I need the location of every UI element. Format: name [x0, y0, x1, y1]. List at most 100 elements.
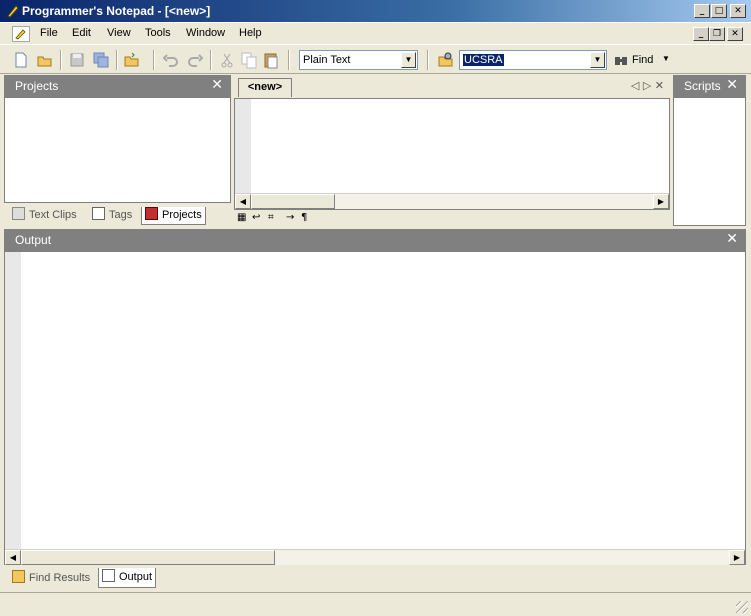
maximize-button[interactable]: □: [711, 4, 727, 18]
paste-icon[interactable]: [262, 51, 280, 69]
scrollbar-thumb[interactable]: [251, 194, 335, 209]
new-file-icon[interactable]: [12, 51, 30, 69]
find-button[interactable]: Find: [632, 54, 653, 66]
scroll-right-arrow-icon[interactable]: ▶: [653, 194, 669, 209]
scroll-left-icon[interactable]: ◁: [631, 79, 639, 92]
projects-tree[interactable]: [4, 97, 231, 203]
close-icon[interactable]: ✕: [726, 231, 738, 247]
toolbar-separator: [210, 50, 212, 70]
projects-panel-header: Projects ✕: [4, 75, 231, 97]
undo-icon[interactable]: [162, 51, 180, 69]
window-title: Programmer's Notepad - [<new>]: [22, 4, 211, 18]
toolbar-separator: [116, 50, 118, 70]
tab-output-label: Output: [119, 571, 153, 583]
projects-panel-title: Projects: [15, 79, 59, 93]
tags-icon: [92, 207, 105, 220]
scroll-right-arrow-icon[interactable]: ▶: [729, 550, 745, 565]
word-wrap-icon[interactable]: ↩: [252, 212, 260, 223]
toolbar-separator: [427, 50, 429, 70]
close-icon[interactable]: ✕: [726, 77, 738, 93]
output-panel-header: Output ✕: [4, 229, 746, 251]
text-clips-icon: [12, 207, 25, 220]
view-whitespace-icon[interactable]: ▦: [237, 212, 246, 223]
output-panel: Output ✕ ◀ ▶: [4, 229, 746, 565]
output-text-area[interactable]: ◀ ▶: [4, 251, 746, 565]
menu-edit[interactable]: Edit: [72, 27, 91, 39]
tab-markers-icon[interactable]: →: [286, 212, 294, 223]
tab-projects-label: Projects: [162, 209, 202, 221]
mdi-restore-button[interactable]: ❐: [709, 27, 725, 41]
editor-horizontal-scrollbar[interactable]: ◀ ▶: [235, 193, 669, 209]
menu-window[interactable]: Window: [186, 27, 225, 39]
toolbar-separator: [153, 50, 155, 70]
document-icon[interactable]: [12, 26, 30, 42]
tab-find-results[interactable]: Find Results: [12, 570, 90, 588]
document-tab[interactable]: <new>: [238, 78, 292, 97]
toolbar-separator: [288, 50, 290, 70]
editor-gutter: [235, 99, 251, 193]
minimize-button[interactable]: _: [694, 4, 710, 18]
scroll-left-arrow-icon[interactable]: ◀: [5, 550, 21, 565]
scrollbar-thumb[interactable]: [21, 550, 275, 565]
toolbar: Plain Text ▼ UCSRA ▼ Find ▼: [0, 46, 751, 74]
save-all-icon[interactable]: [92, 51, 110, 69]
tab-text-clips[interactable]: Text Clips: [12, 207, 77, 225]
editor-pane: <new> ◁ ▷ ✕ ◀ ▶ ▦ ↩ ⌗ → ¶: [234, 75, 670, 226]
redo-icon[interactable]: [186, 51, 204, 69]
app-icon: [7, 5, 19, 18]
menu-view[interactable]: View: [107, 27, 131, 39]
output-panel-title: Output: [15, 233, 52, 247]
close-icon[interactable]: ✕: [655, 79, 664, 92]
output-tab-strip: Find Results Output: [4, 568, 746, 590]
find-combo-value[interactable]: UCSRA: [463, 54, 504, 66]
mdi-close-button[interactable]: ✕: [727, 27, 743, 41]
line-numbers-icon[interactable]: ⌗: [268, 212, 274, 223]
mdi-minimize-button[interactable]: _: [693, 27, 709, 41]
chevron-down-icon[interactable]: ▼: [401, 52, 416, 68]
scripts-panel-title: Scripts: [684, 79, 721, 93]
save-icon[interactable]: [68, 51, 86, 69]
menu-file[interactable]: File: [40, 27, 58, 39]
editor-text-area[interactable]: ◀ ▶: [234, 98, 670, 210]
scroll-right-icon[interactable]: ▷: [643, 79, 651, 92]
open-file-icon[interactable]: [36, 51, 54, 69]
tab-tags-label: Tags: [109, 209, 133, 221]
find-in-files-icon[interactable]: [437, 51, 455, 69]
tab-projects[interactable]: Projects: [141, 207, 206, 225]
open-folder-icon[interactable]: [123, 51, 141, 69]
find-dropdown-arrow-icon[interactable]: ▼: [662, 54, 670, 63]
scroll-left-arrow-icon[interactable]: ◀: [235, 194, 251, 209]
projects-tab-strip: Text Clips Tags Projects: [4, 205, 231, 226]
find-results-icon: [12, 570, 25, 583]
output-horizontal-scrollbar[interactable]: ◀ ▶: [5, 549, 745, 565]
tab-output[interactable]: Output: [98, 568, 157, 588]
title-bar[interactable]: Programmer's Notepad - [<new>] _ □ ✕: [0, 0, 751, 23]
scheme-select[interactable]: Plain Text ▼: [299, 50, 418, 70]
status-bar: [0, 592, 751, 616]
document-tab-controls: ◁ ▷ ✕: [631, 79, 664, 92]
tab-find-results-label: Find Results: [29, 572, 91, 584]
tab-text-clips-label: Text Clips: [29, 209, 77, 221]
close-button[interactable]: ✕: [730, 4, 746, 18]
toolbar-separator: [60, 50, 62, 70]
close-icon[interactable]: ✕: [211, 77, 223, 93]
chevron-down-icon[interactable]: ▼: [590, 52, 605, 68]
scripts-panel: Scripts ✕: [673, 75, 746, 226]
find-combo[interactable]: UCSRA ▼: [459, 50, 607, 70]
output-icon: [102, 569, 115, 582]
cut-icon[interactable]: [218, 51, 236, 69]
resize-grip-icon[interactable]: [736, 601, 748, 613]
copy-icon[interactable]: [240, 51, 258, 69]
scheme-select-value: Plain Text: [303, 54, 351, 66]
menu-bar: File Edit View Tools Window Help _ ❐ ✕: [0, 23, 751, 45]
projects-icon: [145, 207, 158, 220]
scripts-list[interactable]: [673, 97, 746, 226]
tab-tags[interactable]: Tags: [92, 207, 132, 225]
editor-view-toolbar: ▦ ↩ ⌗ → ¶: [234, 212, 670, 226]
menu-tools[interactable]: Tools: [145, 27, 171, 39]
output-gutter: [5, 252, 21, 550]
paragraph-marks-icon[interactable]: ¶: [301, 212, 307, 223]
menu-help[interactable]: Help: [239, 27, 262, 39]
binoculars-icon[interactable]: [612, 51, 630, 69]
projects-panel: Projects ✕ Text Clips Tags Projects: [4, 75, 231, 226]
